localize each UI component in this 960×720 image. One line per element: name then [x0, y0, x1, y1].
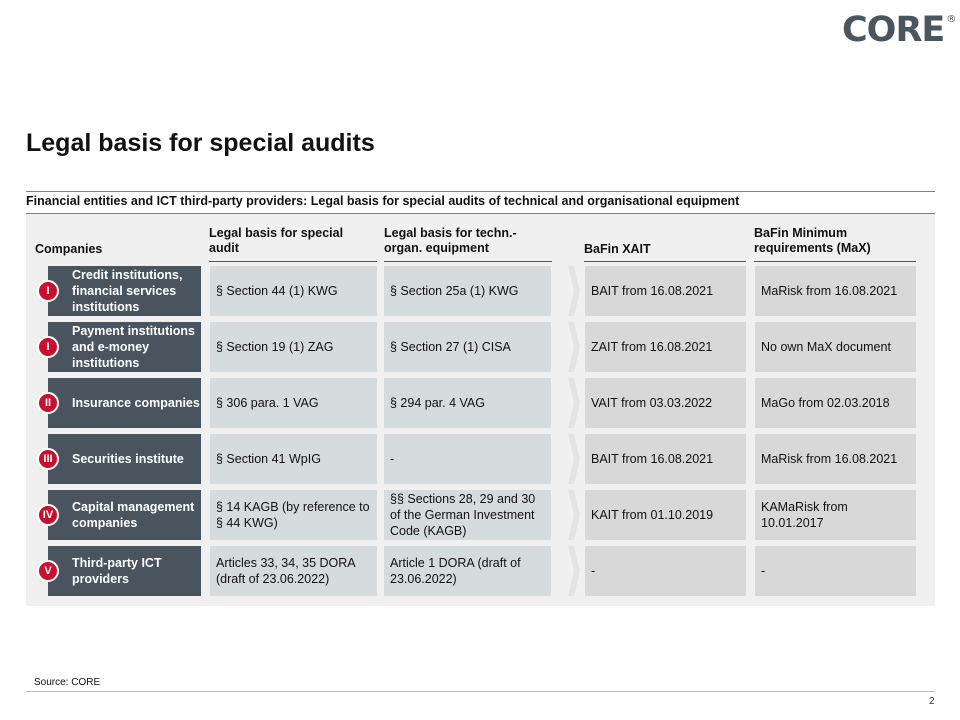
comparison-table: Companies Legal basis for special audit … [26, 214, 935, 606]
table-row: Insurance companies II § 306 para. 1 VAG… [26, 378, 935, 428]
xait-cell: BAIT from 16.08.2021 [585, 434, 746, 484]
company-label: Securities institute [72, 452, 184, 466]
header-underline-legal [209, 261, 377, 262]
table-row: Credit institutions, financial services … [26, 266, 935, 316]
company-cell: Third-party ICT providers [48, 546, 201, 596]
header-bafin-max: BaFin Minimum requirements (MaX) [754, 226, 871, 255]
chevron-separator-icon [568, 322, 580, 372]
max-cell: MaRisk from 16.08.2021 [755, 434, 916, 484]
company-cell: Credit institutions, financial services … [48, 266, 201, 316]
source-note: Source: CORE [34, 677, 101, 688]
chevron-separator-icon [568, 434, 580, 484]
xait-cell: KAIT from 01.10.2019 [585, 490, 746, 540]
header-underline-techn [384, 261, 552, 262]
chevron-separator-icon [568, 266, 580, 316]
company-label: Payment institutions and e-money institu… [72, 324, 195, 370]
page-title: Legal basis for special audits [26, 129, 375, 157]
category-badge: I [37, 280, 59, 302]
category-badge: II [37, 392, 59, 414]
chevron-separator-icon [568, 490, 580, 540]
header-companies: Companies [35, 242, 103, 256]
xait-cell: - [585, 546, 746, 596]
techn-basis-cell: § 294 par. 4 VAG [384, 378, 551, 428]
techn-basis-cell: § Section 27 (1) CISA [384, 322, 551, 372]
divider-top [26, 191, 935, 192]
category-badge: V [37, 560, 59, 582]
legal-basis-cell: § 14 KAGB (by reference to § 44 KWG) [210, 490, 377, 540]
techn-basis-cell: §§ Sections 28, 29 and 30 of the German … [384, 490, 551, 540]
techn-basis-cell: - [384, 434, 551, 484]
company-label: Insurance companies [72, 396, 200, 410]
chevron-separator-icon [568, 378, 580, 428]
company-label: Third-party ICT providers [72, 556, 162, 586]
divider-bottom [26, 691, 935, 692]
registered-mark: ® [946, 14, 956, 26]
max-cell: - [755, 546, 916, 596]
techn-basis-cell: § Section 25a (1) KWG [384, 266, 551, 316]
table-subtitle: Financial entities and ICT third-party p… [26, 194, 740, 208]
table-row: Third-party ICT providers V Articles 33,… [26, 546, 935, 596]
max-cell: KAMaRisk from 10.01.2017 [755, 490, 916, 540]
company-cell: Capital management companies [48, 490, 201, 540]
header-underline-max [754, 261, 916, 262]
table-row: Securities institute III § Section 41 Wp… [26, 434, 935, 484]
core-logo: CORE ® [842, 10, 956, 50]
xait-cell: VAIT from 03.03.2022 [585, 378, 746, 428]
category-badge: III [37, 448, 59, 470]
table-row: Capital management companies IV § 14 KAG… [26, 490, 935, 540]
company-cell: Insurance companies [48, 378, 201, 428]
chevron-separator-icon [568, 546, 580, 596]
legal-basis-cell: § Section 41 WpIG [210, 434, 377, 484]
logo-text: CORE [842, 10, 945, 50]
header-legal-basis: Legal basis for special audit [209, 226, 344, 255]
header-underline-xait [584, 261, 746, 262]
legal-basis-cell: § 306 para. 1 VAG [210, 378, 377, 428]
company-label: Credit institutions, financial services … [72, 268, 183, 314]
table-row: Payment institutions and e-money institu… [26, 322, 935, 372]
xait-cell: BAIT from 16.08.2021 [585, 266, 746, 316]
legal-basis-cell: Articles 33, 34, 35 DORA (draft of 23.06… [210, 546, 377, 596]
header-bafin-xait: BaFin XAIT [584, 242, 651, 256]
company-label: Capital management companies [72, 500, 195, 530]
company-cell: Payment institutions and e-money institu… [48, 322, 201, 372]
max-cell: MaRisk from 16.08.2021 [755, 266, 916, 316]
xait-cell: ZAIT from 16.08.2021 [585, 322, 746, 372]
legal-basis-cell: § Section 44 (1) KWG [210, 266, 377, 316]
category-badge: IV [37, 504, 59, 526]
company-cell: Securities institute [48, 434, 201, 484]
header-techn-organ: Legal basis for techn.-organ. equipment [384, 226, 517, 255]
techn-basis-cell: Article 1 DORA (draft of 23.06.2022) [384, 546, 551, 596]
legal-basis-cell: § Section 19 (1) ZAG [210, 322, 377, 372]
page-number: 2 [929, 696, 935, 707]
max-cell: MaGo from 02.03.2018 [755, 378, 916, 428]
category-badge: I [37, 336, 59, 358]
max-cell: No own MaX document [755, 322, 916, 372]
